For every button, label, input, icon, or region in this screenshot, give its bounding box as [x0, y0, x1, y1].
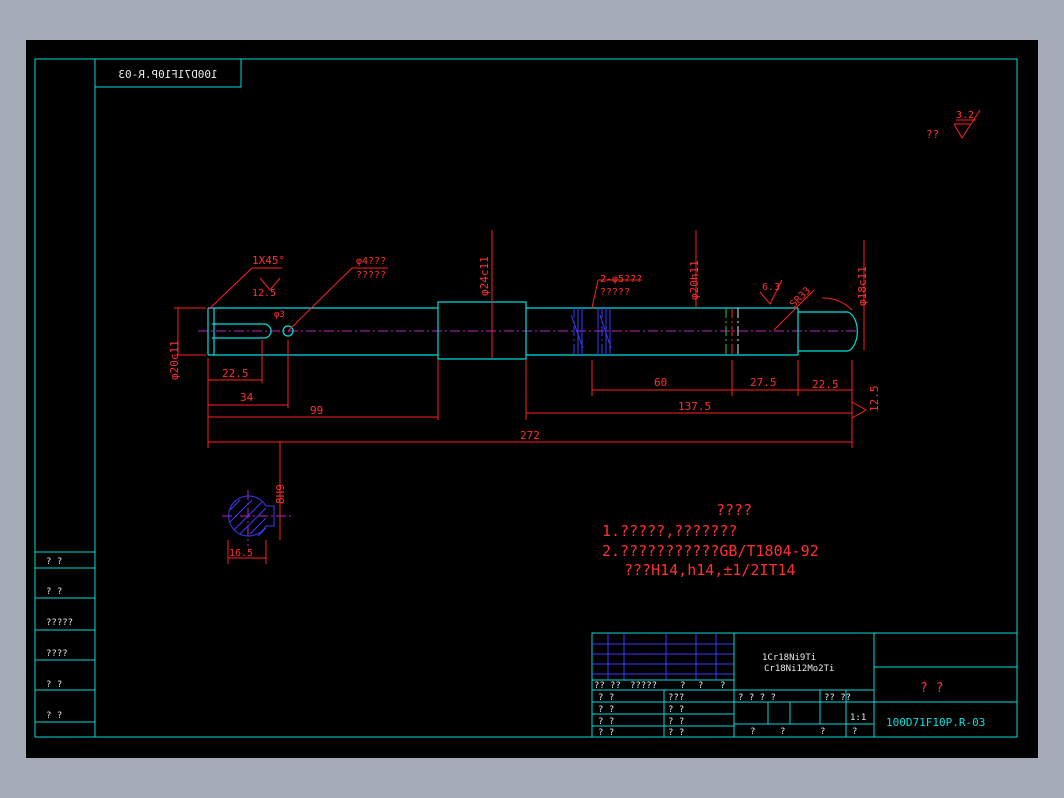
left-row-1: ? ? [46, 557, 62, 567]
left-row-2: ? ? [46, 587, 62, 597]
tb-header-6: ? [720, 681, 725, 691]
notes-line-2: 2.???????????GB/T1804-92 [602, 542, 819, 560]
dim-34: 34 [240, 391, 254, 404]
dim-99: 99 [310, 404, 323, 417]
notes-line-3: ???H14,h14,±1/2IT14 [624, 561, 796, 579]
roughness-value: 3.2 [956, 110, 974, 121]
hole-sub: ????? [356, 270, 386, 281]
chamfer-ra: 12.5 [252, 288, 276, 299]
tb-left-r2-b: ? ? [668, 705, 684, 715]
shaft-main-view [198, 301, 858, 360]
tb-mid-header: ? ? ? ? [738, 693, 776, 703]
section-view: 8H9 16.5 [222, 442, 292, 564]
roughness-prefix: ?? [926, 128, 939, 141]
roughness-symbol: ?? 3.2 [926, 109, 981, 141]
tb-left-r4-b: ? ? [668, 728, 684, 738]
holes-two-label: 2-φ5??? [600, 274, 642, 285]
ra-12-5: 12.5 [868, 386, 881, 413]
tb-left-r3-b: ? ? [668, 717, 684, 727]
notes-title: ???? [716, 501, 752, 519]
dia-mid: φ24c11 [478, 256, 491, 296]
cad-drawing: 100D71F10P.R-03 ?? 3.2 22.5 34 99 272 60… [34, 58, 1018, 738]
tb-bottom-2: ? [780, 727, 785, 737]
dia-right: φ18c11 [856, 266, 869, 306]
dim-22-5-right: 22.5 [812, 378, 839, 391]
keyway-label: 8H9 [274, 484, 287, 504]
material-1: 1Cr18Ni9Ti [762, 653, 816, 663]
left-row-3: ????? [46, 618, 73, 628]
tb-header-2: ?? [610, 681, 621, 691]
tb-header-5: ? [698, 681, 703, 691]
key-depth: 16.5 [229, 548, 253, 559]
drawing-number: 100D71F10P.R-03 [886, 716, 985, 729]
tb-bottom-3: ? [820, 727, 825, 737]
dim-272: 272 [520, 429, 540, 442]
tb-left-r1-b: ??? [668, 693, 684, 703]
ra-6-3: 6.3 [762, 282, 780, 293]
tb-bottom-4: ? [852, 727, 857, 737]
dim-22-5-left: 22.5 [222, 367, 249, 380]
tb-left-r3-a: ? ? [598, 717, 614, 727]
tb-mid-header-right: ?? ?? [824, 693, 851, 703]
tb-header-4: ? [680, 681, 685, 691]
title-block: 1Cr18Ni9Ti Cr18Ni12Mo2Ti ? ? 100D71F10P.… [591, 632, 1018, 738]
mirrored-drawing-number: 100D71F10P.R-03 [118, 68, 217, 81]
dia-h11: φ20h11 [688, 260, 701, 300]
material-2: Cr18Ni12Mo2Ti [764, 664, 834, 674]
hole-small: φ3 [274, 310, 285, 320]
left-row-4: ???? [46, 649, 68, 659]
notes-line-1: 1.?????,??????? [602, 522, 737, 540]
chamfer-label: 1X45° [252, 254, 285, 267]
tb-header-3: ????? [630, 681, 657, 691]
tb-header-1: ?? [594, 681, 605, 691]
left-panel: ? ? ? ? ????? ???? ? ? ? ? [34, 551, 96, 738]
tb-left-r4-a: ? ? [598, 728, 614, 738]
holes-two-sub: ????? [600, 287, 630, 298]
scale: 1:1 [850, 713, 866, 723]
drawing-sheet: 100D71F10P.R-03 ?? 3.2 22.5 34 99 272 60… [26, 40, 1038, 758]
dim-60: 60 [654, 376, 667, 389]
sr33-label: SR33 [788, 285, 813, 310]
tb-left-r2-a: ? ? [598, 705, 614, 715]
dia-left: φ20c11 [168, 340, 181, 380]
technical-notes: ???? 1.?????,??????? 2.???????????GB/T18… [602, 501, 819, 579]
hole-label: φ4??? [356, 256, 386, 267]
dimensions: 22.5 34 99 272 60 27.5 22.5 137.5 12.5 φ… [168, 230, 881, 448]
tb-bottom-1: ? [750, 727, 755, 737]
part-name: ? ? [920, 681, 943, 696]
left-row-5: ? ? [46, 680, 62, 690]
dim-137-5: 137.5 [678, 400, 711, 413]
tb-left-r1-a: ? ? [598, 693, 614, 703]
left-row-6: ? ? [46, 711, 62, 721]
dim-27-5: 27.5 [750, 376, 777, 389]
